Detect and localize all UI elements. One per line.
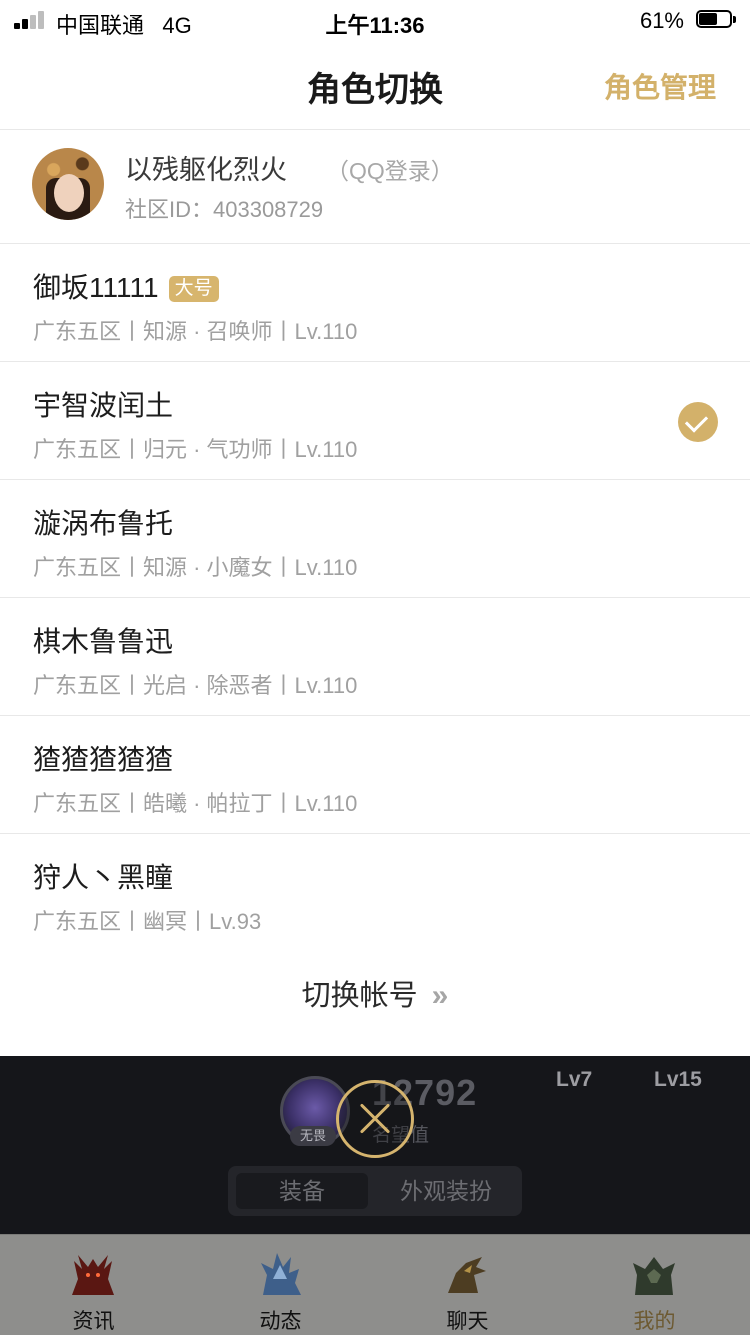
close-icon[interactable]	[336, 1080, 414, 1158]
battery-icon	[696, 10, 736, 30]
dragon-icon	[448, 1257, 486, 1293]
account-nickname: 以残躯化烈火	[125, 155, 287, 185]
character-row[interactable]: 漩涡布鲁托 广东五区丨知源 · 小魔女丨Lv.110	[0, 480, 750, 597]
background-app: Lv7 Lv15 无畏 12792 名望值 装备 外观装扮 资讯 动态 聊天 我…	[0, 1056, 750, 1335]
switch-account-label: 切换帐号	[301, 980, 418, 1012]
character-row[interactable]: 棋木鲁鲁迅 广东五区丨光启 · 除恶者丨Lv.110	[0, 598, 750, 715]
crystal-beast-icon	[261, 1253, 301, 1295]
double-chevron-right-icon: »	[431, 979, 449, 1012]
character-detail: 广东五区丨皓曦 · 帕拉丁丨Lv.110	[33, 791, 358, 816]
character-name: 狩人丶黑瞳	[33, 862, 174, 893]
character-detail: 广东五区丨光启 · 除恶者丨Lv.110	[33, 673, 358, 698]
character-name: 漩涡布鲁托	[33, 508, 174, 539]
role-switch-sheet: 角色切换 角色管理 以残躯化烈火 （QQ登录） 社区ID：403308729 御…	[0, 40, 750, 1056]
character-detail: 广东五区丨知源 · 小魔女丨Lv.110	[33, 555, 358, 580]
character-name: 御坂11111 大号	[33, 266, 219, 306]
character-row[interactable]: 宇智波闰土 广东五区丨归元 · 气功师丨Lv.110	[0, 362, 750, 479]
level-label: Lv7	[556, 1068, 593, 1091]
character-name: 宇智波闰土	[33, 390, 174, 421]
tab-chat[interactable]: 聊天	[374, 1235, 561, 1335]
character-name: 棋木鲁鲁迅	[33, 626, 174, 657]
equipment-tabs: 装备 外观装扮	[228, 1166, 522, 1216]
demon-icon	[72, 1255, 114, 1295]
tab-equipment[interactable]: 装备	[236, 1173, 368, 1209]
community-id: 社区ID：403308729	[125, 197, 324, 222]
account-card: 以残躯化烈火 （QQ登录） 社区ID：403308729	[0, 130, 750, 243]
character-detail: 广东五区丨归元 · 气功师丨Lv.110	[33, 437, 358, 462]
tab-news[interactable]: 资讯	[0, 1235, 187, 1335]
status-bar: 中国联通 4G 上午11:36 61%	[0, 0, 750, 40]
tab-feed[interactable]: 动态	[187, 1235, 374, 1335]
tab-appearance[interactable]: 外观装扮	[378, 1173, 514, 1209]
selected-check-icon	[678, 402, 718, 442]
character-row[interactable]: 狩人丶黑瞳 广东五区丨幽冥丨Lv.93	[0, 834, 750, 951]
main-account-badge: 大号	[168, 276, 219, 302]
character-row[interactable]: 猹猹猹猹猹 广东五区丨皓曦 · 帕拉丁丨Lv.110	[0, 716, 750, 833]
switch-account-button[interactable]: 切换帐号 »	[0, 972, 750, 1014]
level-label: Lv15	[654, 1068, 702, 1091]
battery-percent: 61%	[639, 8, 684, 33]
character-row[interactable]: 御坂11111 大号 广东五区丨知源 · 召唤师丨Lv.110	[0, 244, 750, 361]
tab-mine[interactable]: 我的	[561, 1235, 748, 1335]
character-detail: 广东五区丨幽冥丨Lv.93	[33, 909, 262, 934]
bottom-tabbar: 资讯 动态 聊天 我的	[0, 1234, 750, 1335]
account-login-type: （QQ登录）	[326, 158, 454, 184]
status-time: 上午11:36	[325, 13, 425, 38]
character-name: 猹猹猹猹猹	[33, 744, 174, 775]
avatar	[32, 148, 104, 220]
role-manage-button[interactable]: 角色管理	[604, 66, 716, 106]
gargoyle-icon	[633, 1257, 675, 1295]
character-detail: 广东五区丨知源 · 召唤师丨Lv.110	[33, 319, 358, 344]
rank-badge-label: 无畏	[290, 1126, 336, 1146]
